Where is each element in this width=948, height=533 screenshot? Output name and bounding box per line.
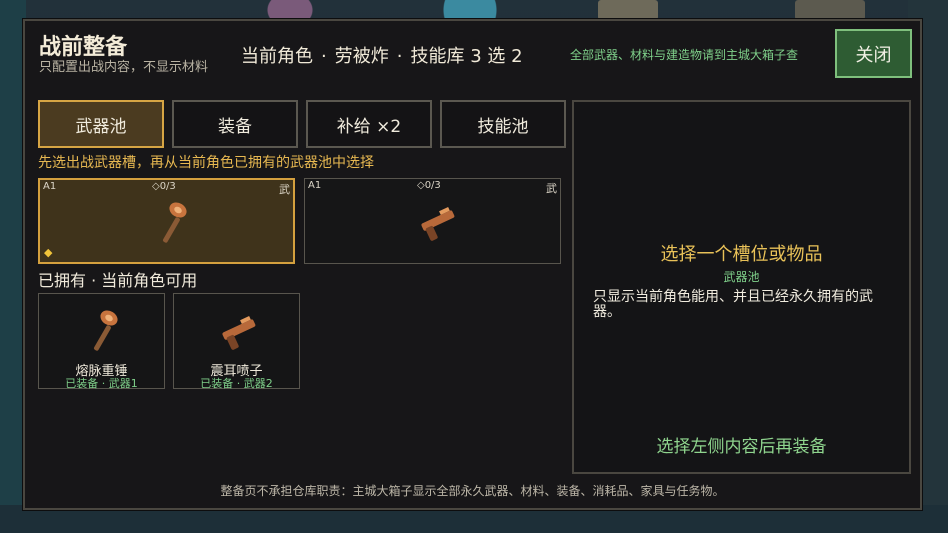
slot-id: A1 <box>308 180 322 191</box>
skill-pool-info: 技能库 3 选 2 <box>410 46 523 67</box>
separator-dot: · <box>396 46 403 67</box>
panel-subtitle: 只配置出战内容，不显示材料 <box>39 60 209 75</box>
tab-supplies[interactable]: 补给 ×2 <box>306 100 432 148</box>
gun-icon <box>222 315 256 350</box>
owned-section-title: 已拥有 · 当前角色可用 <box>38 271 198 290</box>
detail-category: 武器池 <box>723 270 760 284</box>
slot-type: 武 <box>279 183 290 196</box>
weapon-slot-1[interactable]: A1 ◇0/3 武 ◆ <box>38 178 295 264</box>
role-name: 劳被炸 <box>334 46 389 67</box>
tab-bar: 武器池 装备 补给 ×2 技能池 <box>38 100 566 148</box>
detail-prompt: 选择一个槽位或物品 <box>660 244 823 265</box>
owned-item[interactable]: 熔脉重锤 已装备 · 武器1 <box>38 293 165 390</box>
detail-description: 只显示当前角色能用、并且已经永久拥有的武器。 <box>593 289 873 320</box>
role-label: 当前角色 <box>241 46 313 67</box>
hammer-icon <box>94 310 118 351</box>
detail-action-hint: 选择左侧内容后再装备 <box>656 437 827 457</box>
storage-note: 全部武器、材料与建造物请到主城大箱子查 <box>570 48 799 62</box>
close-button[interactable]: 关闭 <box>835 29 912 78</box>
tab-equipment[interactable]: 装备 <box>172 100 298 148</box>
tab-weapon-pool[interactable]: 武器池 <box>38 100 164 148</box>
item-state: 已装备 · 武器1 <box>65 377 138 390</box>
slot-id: A1 <box>43 181 57 192</box>
selected-marker: ◆ <box>44 246 53 259</box>
slot-count: ◇0/3 <box>417 180 441 191</box>
background-machine <box>598 0 658 20</box>
owned-item[interactable]: 震耳喷子 已装备 · 武器2 <box>173 293 300 390</box>
prep-panel: 战前整备 只配置出战内容，不显示材料 当前角色 · 劳被炸 · 技能库 3 选 2 全部… <box>23 19 922 510</box>
slot-count: ◇0/3 <box>152 181 176 192</box>
footer-note: 整备页不承担仓库职责：主城大箱子显示全部永久武器、材料、装备、消耗品、家具与任务… <box>220 484 725 498</box>
slot-type: 武 <box>546 182 557 195</box>
separator-dot: · <box>321 46 327 67</box>
gun-icon <box>421 206 455 241</box>
tab-skill-pool[interactable]: 技能池 <box>440 100 566 148</box>
weapon-slot-2[interactable]: A1 ◇0/3 武 <box>304 178 561 264</box>
hammer-icon <box>163 202 187 243</box>
weapon-slot-hint: 先选出战武器槽，再从当前角色已拥有的武器池中选择 <box>38 155 374 171</box>
header-info: 当前角色 · 劳被炸 · 技能库 3 选 2 <box>241 42 523 68</box>
item-state: 已装备 · 武器2 <box>200 377 273 390</box>
background-crate <box>795 0 865 20</box>
detail-panel: 选择一个槽位或物品 武器池 只显示当前角色能用、并且已经永久拥有的武器。 选择左… <box>572 100 911 474</box>
